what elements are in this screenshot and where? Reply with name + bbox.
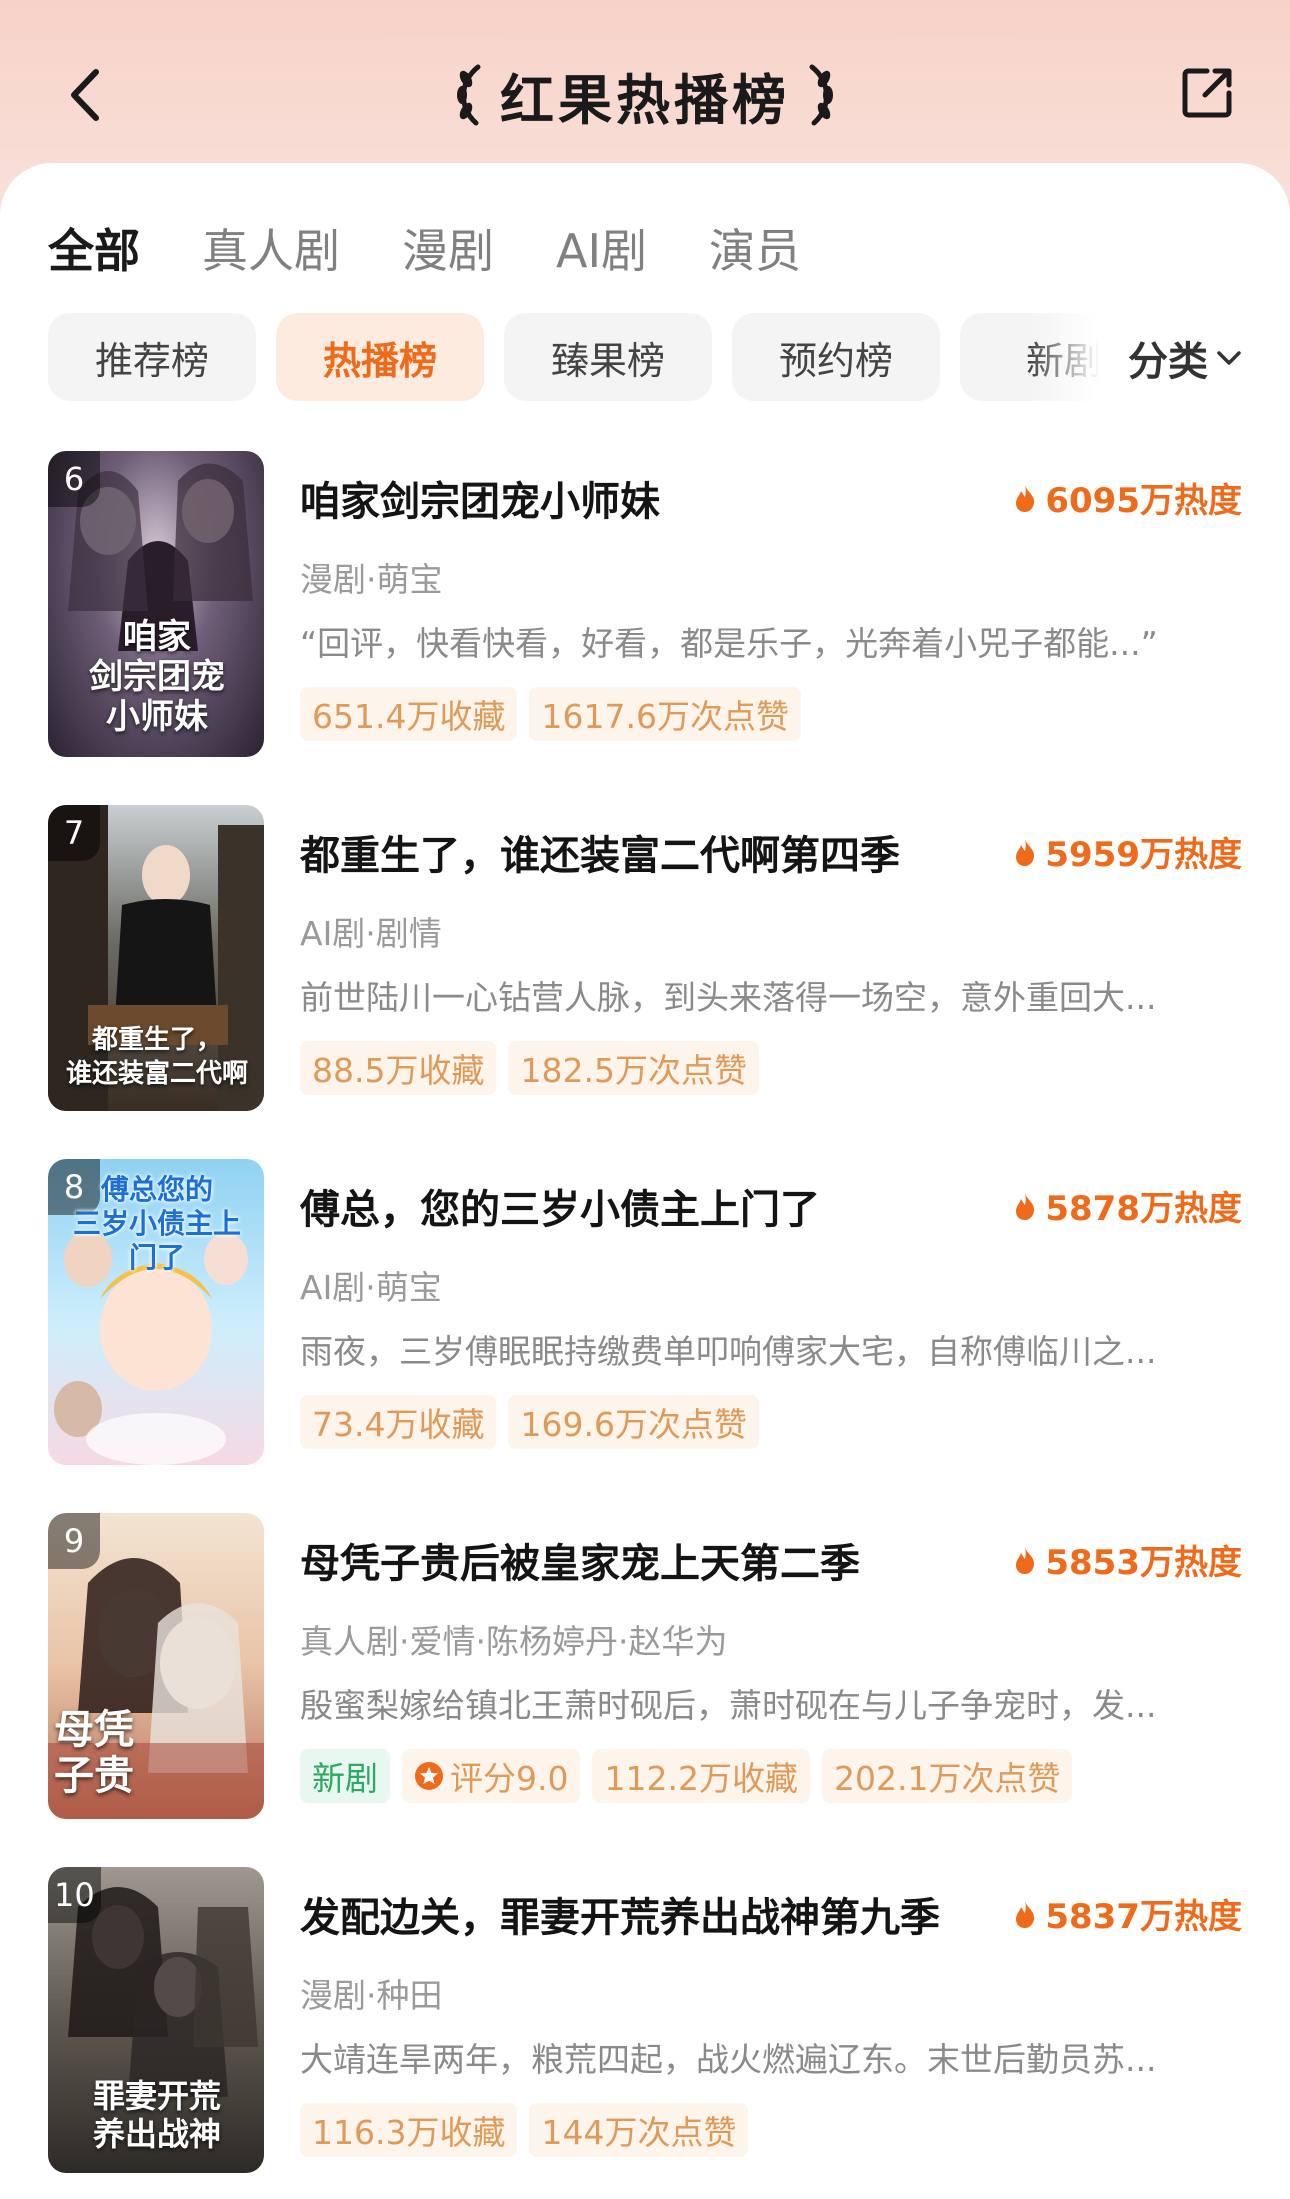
description: 大靖连旱两年，粮荒四起，战火燃遍辽东。末世后勤员苏... — [300, 2040, 1157, 2079]
likes-tag: 182.5万次点赞 — [508, 1041, 759, 1095]
favorites-tag: 112.2万收藏 — [592, 1749, 810, 1803]
genre-meta: AI剧·剧情 — [300, 914, 442, 953]
chip-hot[interactable]: 热播榜 — [276, 313, 484, 401]
stats-tags: 651.4万收藏 1617.6万次点赞 — [300, 687, 801, 741]
cover-image[interactable]: 8 傅总您的 三岁小债主上门了 — [48, 1159, 264, 1465]
cover-title: 母凭 子贵 — [54, 1706, 134, 1799]
cover-image[interactable]: 9 母凭 子贵 — [48, 1513, 264, 1819]
rating-value: 评分9.0 — [450, 1759, 569, 1798]
heat-value: 5837万热度 — [1045, 1897, 1242, 1937]
rating-tag: 评分9.0 — [402, 1749, 581, 1803]
laurel-right-icon — [809, 64, 833, 126]
heat-score: 5959万热度 — [1013, 827, 1242, 876]
share-icon — [1182, 68, 1232, 118]
heat-score: 5853万热度 — [1013, 1535, 1242, 1584]
chip-recommend[interactable]: 推荐榜 — [48, 313, 256, 401]
description: “回评，快看快看，好看，都是乐子，光奔着小兕子都能...” — [300, 624, 1158, 663]
flame-icon — [1016, 1546, 1035, 1574]
flame-icon — [1016, 484, 1035, 512]
description: 前世陆川一心钻营人脉，到头来落得一场空，意外重回大... — [300, 978, 1157, 1017]
cover-title: 罪妻开荒 养出战神 — [92, 2077, 221, 2153]
star-badge-icon — [415, 1762, 443, 1790]
favorites-tag: 116.3万收藏 — [300, 2103, 518, 2157]
list-item[interactable]: 8 傅总您的 三岁小债主上门了 傅总，您的三岁小债主上门了 5878万热度 AI… — [0, 1159, 1290, 1489]
content-panel: 全部 真人剧 漫剧 AI剧 演员 推荐榜 热播榜 臻果榜 预约榜 新剧 分类 — [0, 163, 1290, 2199]
heat-value: 6095万热度 — [1045, 481, 1242, 521]
page-title: 红果热播榜 — [500, 68, 790, 132]
flame-icon — [1016, 838, 1035, 866]
genre-meta: 真人剧·爱情·陈杨婷丹·赵华为 — [300, 1622, 728, 1661]
likes-tag: 144万次点赞 — [529, 2103, 749, 2157]
stats-tags: 73.4万收藏 169.6万次点赞 — [300, 1395, 759, 1449]
drama-title[interactable]: 咱家剑宗团宠小师妹 — [300, 469, 660, 527]
rank-badge: 7 — [48, 805, 100, 861]
heat-score: 6095万热度 — [1013, 473, 1242, 522]
chip-fade — [1030, 313, 1100, 403]
description: 殷蜜梨嫁给镇北王萧时砚后，萧时砚在与儿子争宠时，发... — [300, 1686, 1157, 1725]
list-item[interactable]: 6 咱家 剑宗团宠 小师妹 咱家剑宗团宠小师妹 6095万热度 漫剧·萌宝 “回… — [0, 451, 1290, 781]
favorites-tag: 88.5万收藏 — [300, 1041, 497, 1095]
stats-tags: 116.3万收藏 144万次点赞 — [300, 2103, 749, 2157]
share-button[interactable] — [1172, 58, 1242, 128]
description: 雨夜，三岁傅眠眠持缴费单叩响傅家大宅，自称傅临川之... — [300, 1332, 1157, 1371]
chevron-down-icon — [1217, 351, 1241, 365]
tab-actors[interactable]: 演员 — [709, 215, 801, 281]
cover-image[interactable]: 7 都重生了， 谁还装富二代啊 — [48, 805, 264, 1111]
genre-meta: AI剧·萌宝 — [300, 1268, 442, 1307]
genre-meta: 漫剧·萌宝 — [300, 560, 443, 599]
likes-tag: 169.6万次点赞 — [508, 1395, 759, 1449]
genre-meta: 漫剧·种田 — [300, 1976, 443, 2015]
drama-title[interactable]: 母凭子贵后被皇家宠上天第二季 — [300, 1531, 860, 1589]
laurel-left-icon — [457, 64, 481, 126]
drama-title[interactable]: 傅总，您的三岁小债主上门了 — [300, 1177, 820, 1235]
new-drama-tag: 新剧 — [300, 1749, 390, 1803]
drama-title[interactable]: 都重生了，谁还装富二代啊第四季 — [300, 823, 900, 881]
cover-title: 咱家 剑宗团宠 小师妹 — [89, 617, 225, 737]
list-item[interactable]: 10 罪妻开荒 养出战神 发配边关，罪妻开荒养出战神第九季 5837万热度 漫剧… — [0, 1867, 1290, 2197]
list-item[interactable]: 7 都重生了， 谁还装富二代啊 都重生了，谁还装富二代啊第四季 5959万热度 … — [0, 805, 1290, 1135]
ranking-chips: 推荐榜 热播榜 臻果榜 预约榜 新剧 — [48, 313, 1098, 403]
flame-icon — [1016, 1192, 1035, 1220]
likes-tag: 202.1万次点赞 — [821, 1749, 1073, 1803]
tab-all[interactable]: 全部 — [48, 215, 140, 281]
heat-value: 5853万热度 — [1045, 1543, 1242, 1583]
tab-live-action[interactable]: 真人剧 — [202, 215, 340, 281]
heat-value: 5959万热度 — [1045, 835, 1242, 875]
cover-image[interactable]: 10 罪妻开荒 养出战神 — [48, 1867, 264, 2173]
chip-reserve[interactable]: 预约榜 — [732, 313, 940, 401]
stats-tags: 88.5万收藏 182.5万次点赞 — [300, 1041, 759, 1095]
drama-title[interactable]: 发配边关，罪妻开荒养出战神第九季 — [300, 1885, 940, 1943]
heat-score: 5878万热度 — [1013, 1181, 1242, 1230]
cover-title: 都重生了， 谁还装富二代啊 — [65, 1025, 248, 1089]
list-item[interactable]: 9 母凭 子贵 母凭子贵后被皇家宠上天第二季 5853万热度 真人剧·爱情·陈杨… — [0, 1513, 1290, 1843]
tab-comic[interactable]: 漫剧 — [402, 215, 494, 281]
favorites-tag: 651.4万收藏 — [300, 687, 518, 741]
top-tabs: 全部 真人剧 漫剧 AI剧 演员 — [48, 213, 801, 283]
rank-badge: 6 — [48, 451, 100, 507]
category-label: 分类 — [1128, 339, 1208, 385]
heat-value: 5878万热度 — [1045, 1189, 1242, 1229]
tab-ai[interactable]: AI剧 — [556, 215, 647, 281]
flame-icon — [1016, 1900, 1035, 1928]
stats-tags: 新剧 评分9.0 112.2万收藏 202.1万次点赞 — [300, 1749, 1073, 1803]
category-dropdown[interactable]: 分类 — [1128, 313, 1242, 403]
heat-score: 5837万热度 — [1013, 1889, 1242, 1938]
chip-premium[interactable]: 臻果榜 — [504, 313, 712, 401]
likes-tag: 1617.6万次点赞 — [529, 687, 801, 741]
cover-title: 傅总您的 三岁小债主上门了 — [72, 1173, 241, 1274]
title-group: 红果热播榜 — [0, 55, 1290, 135]
favorites-tag: 73.4万收藏 — [300, 1395, 497, 1449]
rank-badge: 10 — [48, 1867, 101, 1923]
cover-image[interactable]: 6 咱家 剑宗团宠 小师妹 — [48, 451, 264, 757]
rank-badge: 9 — [48, 1513, 100, 1569]
